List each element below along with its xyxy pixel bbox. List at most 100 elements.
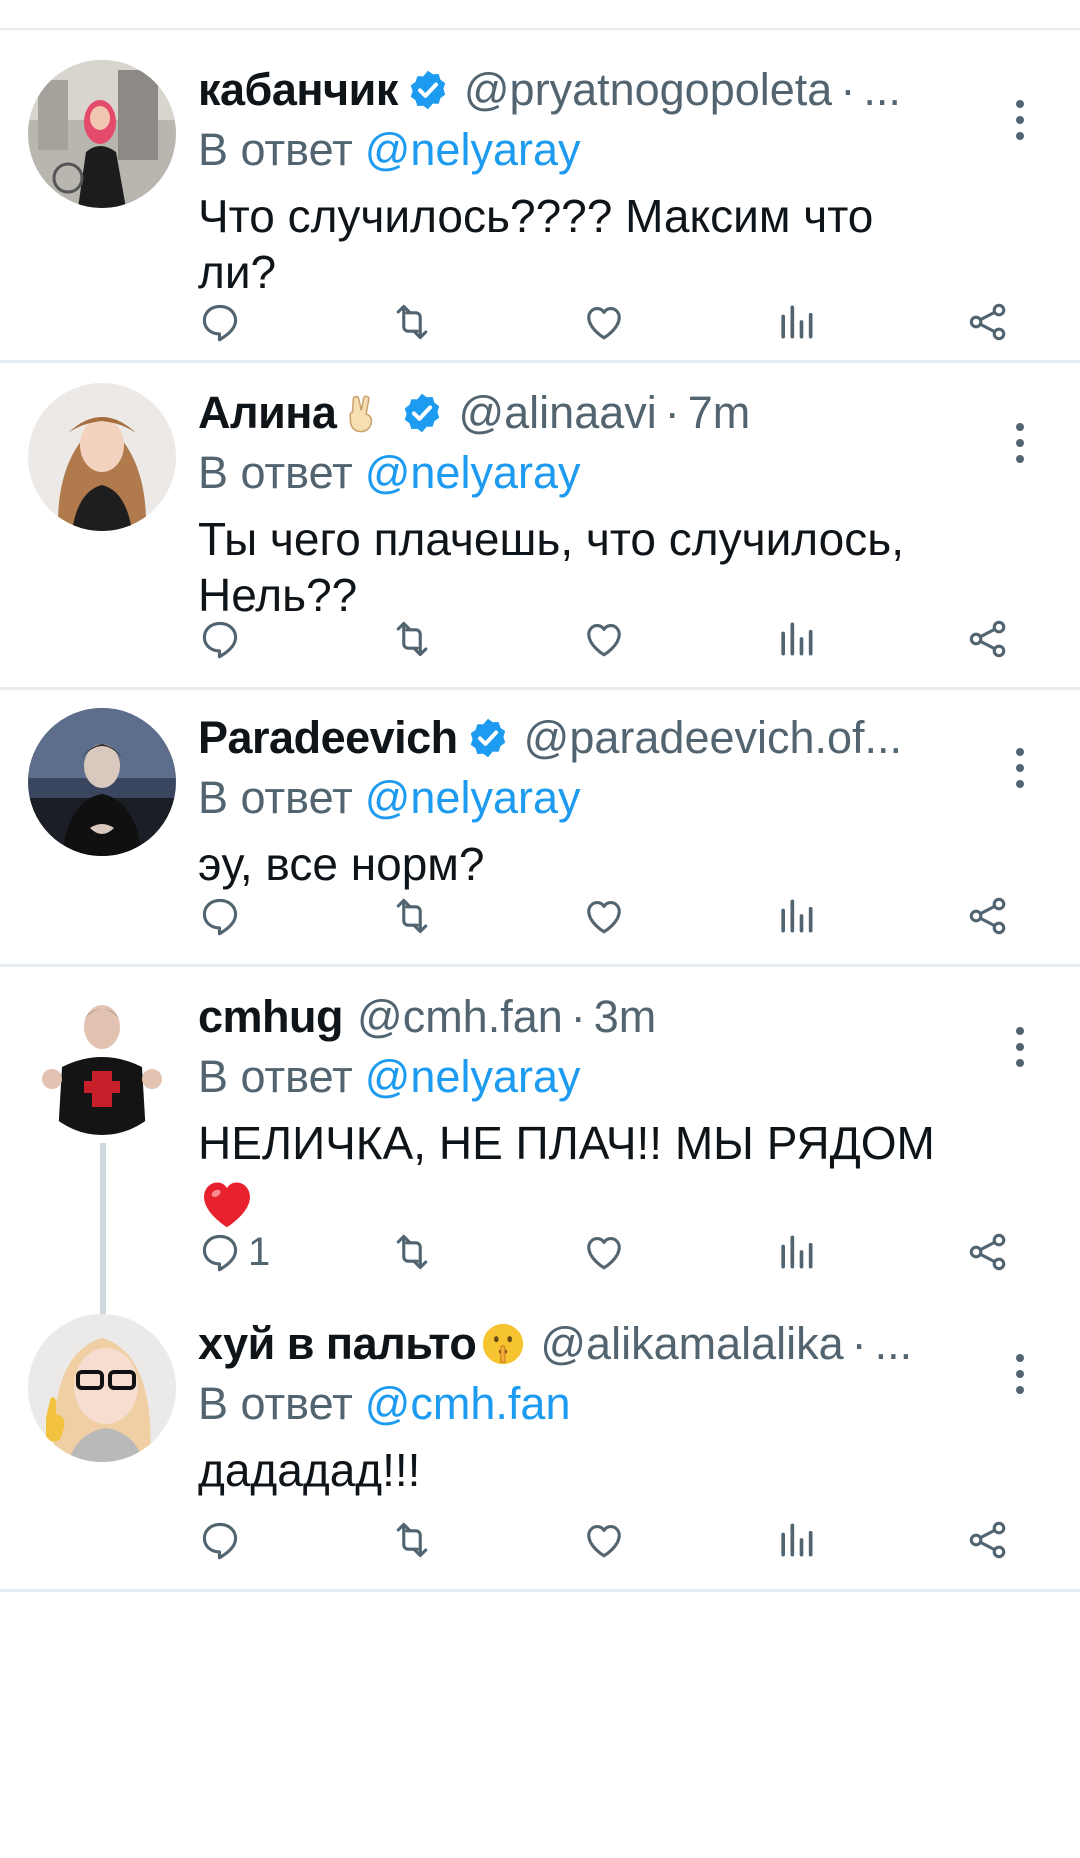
like-button[interactable] bbox=[582, 292, 626, 352]
tweet-header: кабанчик @pryatnogopoleta · ... bbox=[198, 60, 1020, 120]
views-button[interactable] bbox=[774, 1222, 818, 1282]
thread-line bbox=[100, 1143, 106, 1294]
retweet-icon bbox=[390, 617, 434, 661]
reply-count: 1 bbox=[248, 1229, 271, 1274]
author-name[interactable]: хуй в пальто bbox=[198, 1314, 477, 1374]
views-button[interactable] bbox=[774, 886, 818, 946]
avatar[interactable] bbox=[28, 987, 176, 1135]
reply-prefix: В ответ bbox=[198, 1051, 353, 1102]
retweet-button[interactable] bbox=[390, 886, 434, 946]
views-button[interactable] bbox=[774, 609, 818, 669]
more-icon[interactable] bbox=[1010, 1354, 1030, 1394]
share-button[interactable] bbox=[966, 292, 1010, 352]
tweet-header: Paradeevich @paradeevich.of... bbox=[198, 708, 1020, 768]
action-bar bbox=[198, 886, 1040, 946]
share-icon bbox=[966, 617, 1010, 661]
verified-badge-icon bbox=[406, 68, 450, 112]
reply-icon bbox=[198, 1230, 242, 1274]
author-handle[interactable]: @pryatnogopoleta bbox=[464, 60, 832, 120]
action-bar bbox=[198, 1510, 1040, 1570]
retweet-button[interactable] bbox=[390, 292, 434, 352]
author-name[interactable]: кабанчик bbox=[198, 60, 398, 120]
action-bar bbox=[198, 292, 1040, 352]
tweet-text: Ты чего плачешь, что случилось, Нель?? bbox=[198, 513, 904, 621]
like-button[interactable] bbox=[582, 1222, 626, 1282]
author-handle[interactable]: @alikamalalika bbox=[540, 1314, 843, 1374]
action-bar bbox=[198, 609, 1040, 669]
retweet-button[interactable] bbox=[390, 609, 434, 669]
more-icon[interactable] bbox=[1010, 1027, 1030, 1067]
author-handle[interactable]: @alinaavi bbox=[458, 383, 656, 443]
reply-feed: кабанчик @pryatnogopoleta · ... В ответ @… bbox=[0, 30, 1080, 1592]
author-name[interactable]: cmhug bbox=[198, 987, 344, 1047]
retweet-icon bbox=[390, 300, 434, 344]
share-button[interactable] bbox=[966, 1222, 1010, 1282]
avatar[interactable] bbox=[28, 383, 176, 531]
like-icon bbox=[582, 617, 626, 661]
reply-prefix: В ответ bbox=[198, 1378, 353, 1429]
like-button[interactable] bbox=[582, 886, 626, 946]
verified-badge-icon bbox=[466, 716, 510, 760]
share-button[interactable] bbox=[966, 609, 1010, 669]
share-icon bbox=[966, 1230, 1010, 1274]
tweet-text: дададад!!! bbox=[198, 1444, 421, 1496]
avatar[interactable] bbox=[28, 708, 176, 856]
mention-link[interactable]: @cmh.fan bbox=[365, 1378, 571, 1429]
retweet-button[interactable] bbox=[390, 1510, 434, 1570]
tweet[interactable]: Paradeevich @paradeevich.of... В ответ @n… bbox=[0, 690, 1080, 967]
reply-button[interactable]: 1 bbox=[198, 1222, 270, 1282]
views-icon bbox=[774, 1230, 818, 1274]
thread-line bbox=[100, 1294, 106, 1314]
timestamp: 7m bbox=[687, 387, 751, 438]
reply-button[interactable] bbox=[198, 886, 248, 946]
views-button[interactable] bbox=[774, 292, 818, 352]
reply-prefix: В ответ bbox=[198, 772, 353, 823]
more-icon[interactable] bbox=[1010, 423, 1030, 463]
mention-link[interactable]: @nelyaray bbox=[365, 447, 581, 498]
separator: · bbox=[570, 991, 586, 1042]
author-name[interactable]: Paradeevich bbox=[198, 708, 458, 768]
views-button[interactable] bbox=[774, 1510, 818, 1570]
author-handle[interactable]: @cmh.fan bbox=[357, 987, 563, 1047]
tweet[interactable]: Алина @alinaavi · 7m В ответ @nelyaray Ты… bbox=[0, 363, 1080, 690]
tweet[interactable]: кабанчик @pryatnogopoleta · ... В ответ @… bbox=[0, 30, 1080, 363]
reply-icon bbox=[198, 617, 242, 661]
tweet-text: эу, все норм? bbox=[198, 838, 485, 890]
avatar[interactable] bbox=[28, 1314, 176, 1462]
mention-link[interactable]: @nelyaray bbox=[365, 1051, 581, 1102]
reply-button[interactable] bbox=[198, 292, 248, 352]
reply-button[interactable] bbox=[198, 609, 248, 669]
author-name[interactable]: Алина bbox=[198, 383, 337, 443]
share-button[interactable] bbox=[966, 1510, 1010, 1570]
mention-link[interactable]: @nelyaray bbox=[365, 772, 581, 823]
like-icon bbox=[582, 300, 626, 344]
tweet-text-content: НЕЛИЧКА, НЕ ПЛАЧ!! МЫ РЯДОМ bbox=[198, 1117, 935, 1169]
like-button[interactable] bbox=[582, 609, 626, 669]
timestamp: ... bbox=[874, 1318, 913, 1369]
reply-icon bbox=[198, 300, 242, 344]
like-icon bbox=[582, 1518, 626, 1562]
separator: · bbox=[840, 64, 856, 115]
shushing-face-emoji bbox=[483, 1323, 524, 1365]
author-handle[interactable]: @paradeevich.of... bbox=[524, 708, 902, 768]
more-icon[interactable] bbox=[1010, 748, 1030, 788]
tweet[interactable]: хуй в пальто @alikamalalika · ... В отве… bbox=[0, 1294, 1080, 1592]
avatar[interactable] bbox=[28, 60, 176, 208]
reply-icon bbox=[198, 894, 242, 938]
more-icon[interactable] bbox=[1010, 100, 1030, 140]
reply-button[interactable] bbox=[198, 1510, 248, 1570]
views-icon bbox=[774, 617, 818, 661]
timestamp: ... bbox=[863, 64, 901, 115]
mention-link[interactable]: @nelyaray bbox=[365, 124, 581, 175]
like-button[interactable] bbox=[582, 1510, 626, 1570]
retweet-button[interactable] bbox=[390, 1222, 434, 1282]
action-bar: 1 bbox=[198, 1222, 1040, 1282]
reply-context: В ответ @nelyaray bbox=[198, 443, 1020, 503]
views-icon bbox=[774, 894, 818, 938]
reply-context: В ответ @cmh.fan bbox=[198, 1374, 1020, 1434]
tweet-header: cmhug @cmh.fan · 3m bbox=[198, 987, 1020, 1047]
tweet[interactable]: cmhug @cmh.fan · 3m В ответ @nelyaray НЕЛ… bbox=[0, 967, 1080, 1294]
share-button[interactable] bbox=[966, 886, 1010, 946]
reply-context: В ответ @nelyaray bbox=[198, 768, 1020, 828]
share-icon bbox=[966, 1518, 1010, 1562]
